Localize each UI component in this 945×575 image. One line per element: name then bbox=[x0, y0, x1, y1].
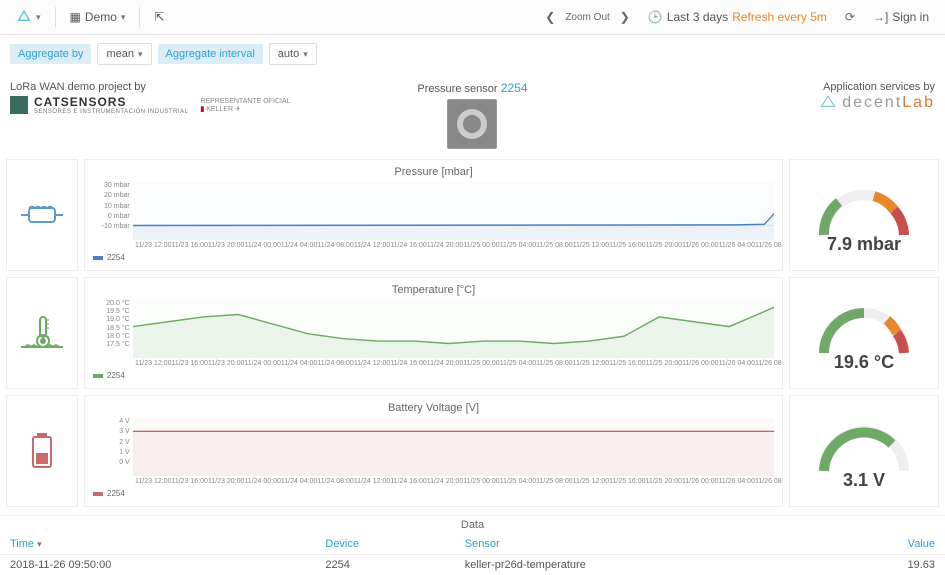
temperature-gauge-panel: 19.6 °C bbox=[789, 277, 939, 389]
top-toolbar: ▾ ▦ Demo ▾ ⇱ ❮ Zoom Out ❯ 🕒 Last 3 days … bbox=[0, 0, 945, 35]
aggregate-interval-value: auto bbox=[278, 48, 299, 60]
panel-title: Battery Voltage [V] bbox=[93, 400, 774, 418]
separator bbox=[55, 7, 56, 27]
project-by-text: LoRa WAN demo project by bbox=[10, 81, 318, 93]
separator bbox=[139, 7, 140, 27]
refresh-interval-label: Refresh every 5m bbox=[732, 10, 827, 24]
time-forward-button[interactable]: ❯ bbox=[620, 10, 630, 24]
temperature-chart-panel[interactable]: Temperature [°C] 20.0 °C19.5 °C19.0 °C18… bbox=[84, 277, 783, 389]
thermometer-icon bbox=[19, 313, 65, 353]
caret-down-icon: ▾ bbox=[121, 12, 126, 23]
battery-chart-panel[interactable]: Battery Voltage [V] 4 V3 V2 V1 V0 V 11/2… bbox=[84, 395, 783, 507]
table-row: 2018-11-26 09:50:00 2254 keller-pr26d-te… bbox=[0, 555, 945, 575]
grid-icon: ▦ bbox=[70, 10, 81, 24]
caret-down-icon: ▾ bbox=[36, 12, 41, 23]
caret-down-icon: ▾ bbox=[303, 49, 308, 60]
col-value[interactable]: Value bbox=[821, 534, 945, 555]
battery-icon bbox=[27, 431, 57, 471]
services-by-text: Application services by bbox=[627, 81, 935, 93]
sensor-title-text: Pressure sensor bbox=[417, 83, 497, 95]
battery-icon-panel bbox=[6, 395, 78, 507]
pressure-chart-panel[interactable]: Pressure [mbar] 30 mbar20 mbar10 mbar0 m… bbox=[84, 159, 783, 271]
signin-label: Sign in bbox=[892, 10, 929, 24]
header-right: Application services by decentLab bbox=[627, 81, 935, 116]
header-left: LoRa WAN demo project by CATSENSORS SENS… bbox=[10, 81, 318, 115]
y-axis-labels: 30 mbar20 mbar10 mbar0 mbar-10 mbar bbox=[93, 182, 133, 230]
chart-legend[interactable]: 2254 bbox=[93, 371, 774, 380]
pressure-icon-panel bbox=[6, 159, 78, 271]
temperature-icon-panel bbox=[6, 277, 78, 389]
y-axis-labels: 4 V3 V2 V1 V0 V bbox=[93, 418, 133, 466]
col-sensor[interactable]: Sensor bbox=[455, 534, 822, 555]
x-axis-labels: 11/23 12:0011/23 16:0011/23 20:0011/24 0… bbox=[93, 242, 774, 249]
toolbar-left: ▾ ▦ Demo ▾ ⇱ bbox=[8, 5, 172, 29]
pressure-row: Pressure [mbar] 30 mbar20 mbar10 mbar0 m… bbox=[6, 159, 939, 271]
temperature-line-chart bbox=[133, 300, 774, 358]
data-table: Time ▾ Device Sensor Value 2018-11-26 09… bbox=[0, 534, 945, 575]
grafana-icon bbox=[16, 9, 32, 25]
temperature-row: Temperature [°C] 20.0 °C19.5 °C19.0 °C18… bbox=[6, 277, 939, 389]
aggregate-by-label: Aggregate by bbox=[10, 44, 91, 64]
decentlab-logo: decentLab bbox=[818, 93, 935, 113]
col-time[interactable]: Time ▾ bbox=[0, 534, 315, 555]
cell-time: 2018-11-26 09:50:00 bbox=[0, 555, 315, 575]
info-header-row: LoRa WAN demo project by CATSENSORS SENS… bbox=[0, 73, 945, 159]
dashboard-picker[interactable]: ▦ Demo ▾ bbox=[62, 6, 134, 28]
pressure-gauge-panel: 7.9 mbar bbox=[789, 159, 939, 271]
pressure-sensor-icon bbox=[19, 200, 65, 230]
sort-desc-icon: ▾ bbox=[37, 539, 42, 549]
aggregate-interval-label: Aggregate interval bbox=[158, 44, 263, 64]
cell-device: 2254 bbox=[315, 555, 454, 575]
refresh-button[interactable]: ⟳ bbox=[845, 10, 855, 24]
home-dropdown[interactable]: ▾ bbox=[8, 5, 49, 29]
col-device[interactable]: Device bbox=[315, 534, 454, 555]
x-axis-labels: 11/23 12:0011/23 16:0011/23 20:0011/24 0… bbox=[93, 360, 774, 367]
battery-gauge-panel: 3.1 V bbox=[789, 395, 939, 507]
cell-sensor: keller-pr26d-temperature bbox=[455, 555, 822, 575]
catsensors-text: CATSENSORS bbox=[34, 95, 188, 109]
y-axis-labels: 20.0 °C19.5 °C19.0 °C18.5 °C18.0 °C17.5 … bbox=[93, 300, 133, 348]
time-back-button[interactable]: ❮ bbox=[545, 10, 555, 24]
cell-value: 19.63 bbox=[821, 555, 945, 575]
aggregate-by-value: mean bbox=[106, 48, 134, 60]
chart-legend[interactable]: 2254 bbox=[93, 489, 774, 498]
x-axis-labels: 11/23 12:0011/23 16:0011/23 20:0011/24 0… bbox=[93, 478, 774, 485]
panel-title: Data bbox=[0, 515, 945, 534]
aggregate-interval-dropdown[interactable]: auto ▾ bbox=[269, 43, 317, 65]
sensor-image bbox=[447, 99, 497, 149]
dashboard-name: Demo bbox=[85, 10, 117, 24]
toolbar-right: ❮ Zoom Out ❯ 🕒 Last 3 days Refresh every… bbox=[545, 6, 937, 28]
panel-title: Temperature [°C] bbox=[93, 282, 774, 300]
share-icon: ⇱ bbox=[154, 10, 164, 24]
time-range-picker[interactable]: 🕒 Last 3 days Refresh every 5m bbox=[640, 6, 835, 28]
zoom-out-button[interactable]: Zoom Out bbox=[565, 12, 609, 23]
data-table-panel: Data Time ▾ Device Sensor Value 2018-11-… bbox=[0, 515, 945, 575]
aggregate-by-dropdown[interactable]: mean ▾ bbox=[97, 43, 151, 65]
dashboard-panels: Pressure [mbar] 30 mbar20 mbar10 mbar0 m… bbox=[0, 159, 945, 507]
signin-button[interactable]: →] Sign in bbox=[865, 6, 937, 28]
keller-badge: REPRESENTANTE OFICIAL▮ KELLER ✈ bbox=[200, 98, 290, 113]
header-center: Pressure sensor 2254 bbox=[318, 81, 626, 149]
panel-title: Pressure [mbar] bbox=[93, 164, 774, 182]
catsensors-logo: CATSENSORS SENSORES E INSTRUMENTACIÓN IN… bbox=[10, 95, 318, 115]
time-range-label: Last 3 days bbox=[667, 10, 728, 24]
signin-icon: →] bbox=[873, 10, 888, 24]
pressure-line-chart bbox=[133, 182, 774, 240]
sensor-coil-icon bbox=[454, 106, 490, 142]
sensor-id-link[interactable]: 2254 bbox=[501, 81, 528, 95]
clock-icon: 🕒 bbox=[648, 10, 663, 24]
template-variables-row: Aggregate by mean ▾ Aggregate interval a… bbox=[0, 35, 945, 73]
share-button[interactable]: ⇱ bbox=[146, 6, 172, 28]
chart-legend[interactable]: 2254 bbox=[93, 253, 774, 262]
decentlab-icon bbox=[818, 93, 838, 113]
battery-row: Battery Voltage [V] 4 V3 V2 V1 V0 V 11/2… bbox=[6, 395, 939, 507]
battery-line-chart bbox=[133, 418, 774, 476]
cat-icon bbox=[10, 96, 28, 114]
caret-down-icon: ▾ bbox=[138, 49, 143, 60]
catsensors-subtext: SENSORES E INSTRUMENTACIÓN INDUSTRIAL bbox=[34, 109, 188, 115]
